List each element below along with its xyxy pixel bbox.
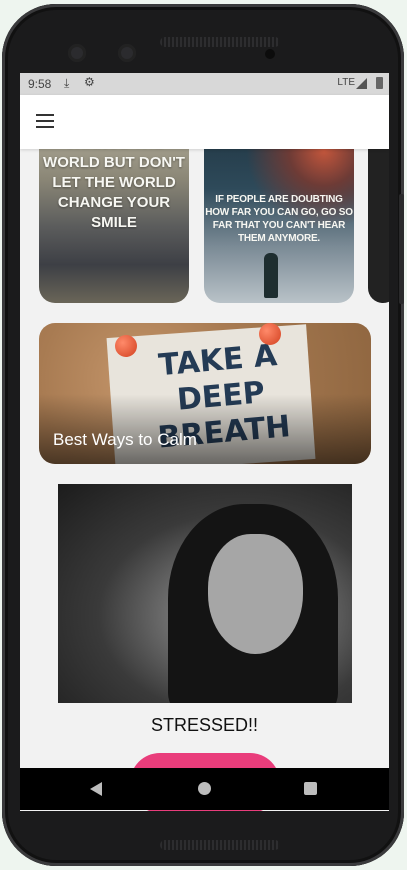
earpiece-grille (160, 37, 280, 47)
stressed-mood-image[interactable] (58, 484, 352, 703)
status-bar: 9:58 ⤓ ⚙ LTE (20, 73, 389, 95)
push-pin-icon (115, 335, 137, 357)
proximity-sensor (265, 49, 275, 59)
push-pin-icon (259, 323, 281, 345)
image-face-shape (208, 534, 303, 654)
phone-side-button (399, 194, 404, 304)
back-icon[interactable] (90, 782, 102, 796)
quote-text: IF PEOPLE ARE DOUBTING HOW FAR YOU CAN G… (205, 194, 353, 244)
app-bar (20, 95, 389, 149)
recent-apps-icon[interactable] (304, 782, 317, 795)
signal-icon (356, 78, 367, 89)
person-silhouette (264, 253, 278, 298)
best-ways-to-calm-card[interactable]: TAKE A DEEP BREATH Best Ways to Calm (39, 323, 371, 464)
app-screen: 9:58 ⤓ ⚙ LTE LET YOUR SMILE CHANGE THE W… (20, 73, 389, 811)
mood-caption: STRESSED!! (150, 715, 259, 735)
battery-icon (376, 77, 383, 89)
speaker-grille (160, 840, 280, 850)
status-time: 9:58 (28, 77, 52, 91)
hamburger-menu-icon[interactable] (36, 114, 54, 128)
system-nav-bar (20, 768, 389, 810)
network-label: LTE (337, 77, 355, 88)
home-icon[interactable] (198, 782, 211, 795)
front-camera-icon (118, 44, 136, 62)
card-title: Best Ways to Calm (53, 430, 197, 449)
gear-icon: ⚙ (84, 75, 95, 89)
front-camera-icon (68, 44, 86, 62)
download-icon: ⤓ (64, 76, 70, 90)
card-overlay (39, 394, 371, 464)
